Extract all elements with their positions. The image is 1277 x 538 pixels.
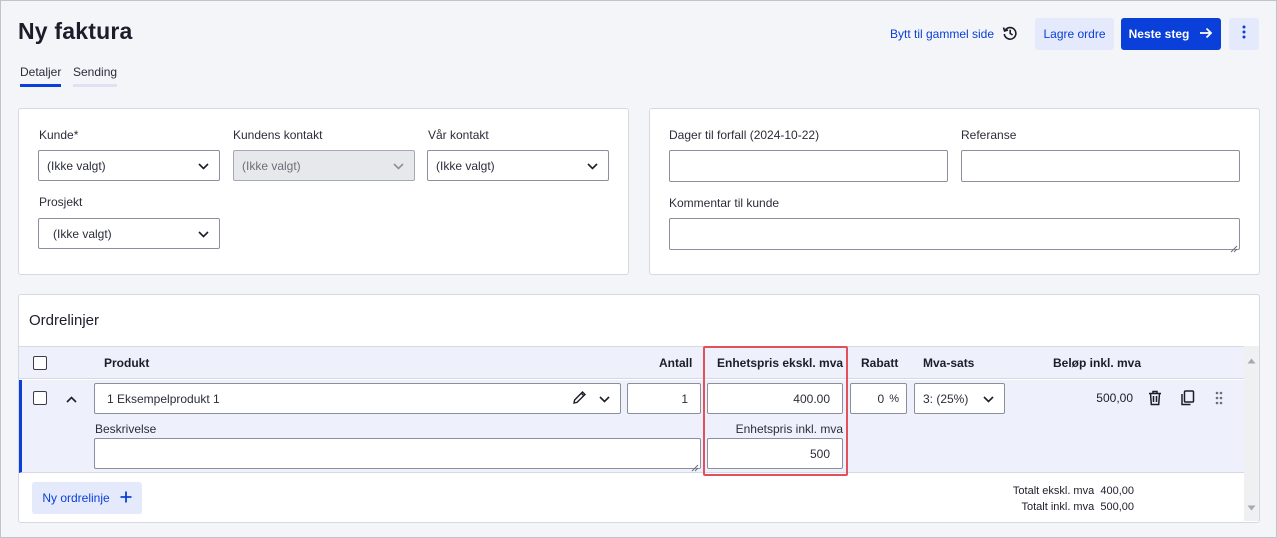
trash-icon[interactable] xyxy=(1146,389,1164,407)
discount-value: 0 xyxy=(877,391,885,406)
copy-icon[interactable] xyxy=(1178,389,1196,407)
customer-contact-label: Kundens kontakt xyxy=(233,128,323,142)
our-contact-select[interactable]: (Ikke valgt) xyxy=(427,150,609,181)
vat-rate-value: 3: (25%) xyxy=(923,391,969,406)
total-excl-value: 400,00 xyxy=(1100,485,1134,497)
discount-unit: % xyxy=(889,392,899,405)
description-textarea[interactable] xyxy=(94,438,701,472)
new-order-line-label: Ny ordrelinje xyxy=(42,491,110,505)
switch-old-page-link[interactable]: Bytt til gammel side xyxy=(890,25,1018,43)
switch-old-page-label: Bytt til gammel side xyxy=(890,27,995,41)
next-step-label: Neste steg xyxy=(1128,27,1190,41)
more-options-button[interactable] xyxy=(1229,18,1259,50)
customer-contact-value: (Ikke valgt) xyxy=(242,158,301,173)
total-excl-label: Totalt ekskl. mva xyxy=(1012,485,1095,497)
quantity-input[interactable]: 1 xyxy=(627,383,701,414)
more-vertical-icon xyxy=(1242,25,1246,44)
chevron-down-icon xyxy=(599,392,610,406)
chevron-down-icon xyxy=(198,227,209,241)
column-amount-incl: Beløp inkl. mva xyxy=(1053,356,1142,370)
total-incl-value: 500,00 xyxy=(1100,501,1134,513)
description-label: Beskrivelse xyxy=(95,422,157,436)
chevron-down-icon xyxy=(393,159,404,173)
reference-input[interactable] xyxy=(961,150,1240,182)
our-contact-value: (Ikke valgt) xyxy=(436,158,495,173)
resize-grip-icon[interactable] xyxy=(691,459,699,472)
arrow-right-icon xyxy=(1199,27,1213,42)
column-vat-rate: Mva-sats xyxy=(923,356,975,370)
column-quantity: Antall xyxy=(659,356,693,370)
total-excl-row: Totalt ekskl. mva 400,00 xyxy=(960,483,1134,499)
chevron-down-icon xyxy=(983,392,994,406)
drag-handle-icon[interactable] xyxy=(1212,389,1226,407)
vertical-scrollbar[interactable] xyxy=(1244,346,1259,521)
tab-sending[interactable]: Sending xyxy=(73,65,118,87)
comment-textarea[interactable] xyxy=(669,218,1240,253)
customer-select[interactable]: (Ikke valgt) xyxy=(38,150,220,181)
new-order-line-button[interactable]: Ny ordrelinje xyxy=(32,482,142,514)
total-incl-row: Totalt inkl. mva 500,00 xyxy=(960,499,1134,515)
tab-details[interactable]: Detaljer xyxy=(20,65,62,87)
total-incl-label: Totalt inkl. mva xyxy=(1021,501,1095,513)
select-all-checkbox[interactable] xyxy=(33,356,47,370)
save-order-button[interactable]: Lagre ordre xyxy=(1035,18,1114,50)
product-select[interactable]: 1 Eksempelprodukt 1 xyxy=(94,383,621,414)
vat-rate-select[interactable]: 3: (25%) xyxy=(914,383,1005,414)
totals: Totalt ekskl. mva 400,00 Totalt inkl. mv… xyxy=(960,483,1134,515)
scroll-up-icon[interactable] xyxy=(1247,351,1256,369)
column-product: Produkt xyxy=(104,356,150,370)
project-label: Prosjekt xyxy=(39,195,83,209)
scroll-down-icon[interactable] xyxy=(1247,498,1256,516)
product-select-actions xyxy=(572,390,610,408)
pencil-icon[interactable] xyxy=(572,390,587,408)
chevron-up-icon[interactable] xyxy=(64,392,78,406)
due-days-input[interactable] xyxy=(669,150,948,182)
project-select-value: (Ikke valgt) xyxy=(53,226,112,241)
discount-input[interactable]: 0 % xyxy=(850,383,907,414)
plus-icon xyxy=(120,491,132,506)
reference-label: Referanse xyxy=(961,128,1017,142)
product-select-value: 1 Eksempelprodukt 1 xyxy=(107,391,220,406)
next-step-button[interactable]: Neste steg xyxy=(1121,18,1221,50)
row-checkbox[interactable] xyxy=(33,391,47,405)
column-discount: Rabatt xyxy=(861,356,899,370)
project-select[interactable]: (Ikke valgt) xyxy=(38,218,220,249)
row-amount: 500,00 xyxy=(1096,391,1133,405)
chevron-down-icon xyxy=(587,159,598,173)
page-title: Ny faktura xyxy=(18,18,133,44)
order-lines-title: Ordrelinjer xyxy=(29,312,100,329)
customer-card xyxy=(18,108,629,275)
resize-grip-icon[interactable] xyxy=(1230,240,1238,253)
our-contact-label: Vår kontakt xyxy=(428,128,489,142)
history-icon xyxy=(1002,25,1018,44)
customer-contact-select: (Ikke valgt) xyxy=(233,150,415,181)
comment-label: Kommentar til kunde xyxy=(669,196,780,210)
due-days-label: Dager til forfall (2024-10-22) xyxy=(669,128,820,142)
customer-select-value: (Ikke valgt) xyxy=(47,158,106,173)
chevron-down-icon xyxy=(198,159,209,173)
highlight-box xyxy=(703,346,848,476)
customer-label: Kunde* xyxy=(39,128,79,142)
